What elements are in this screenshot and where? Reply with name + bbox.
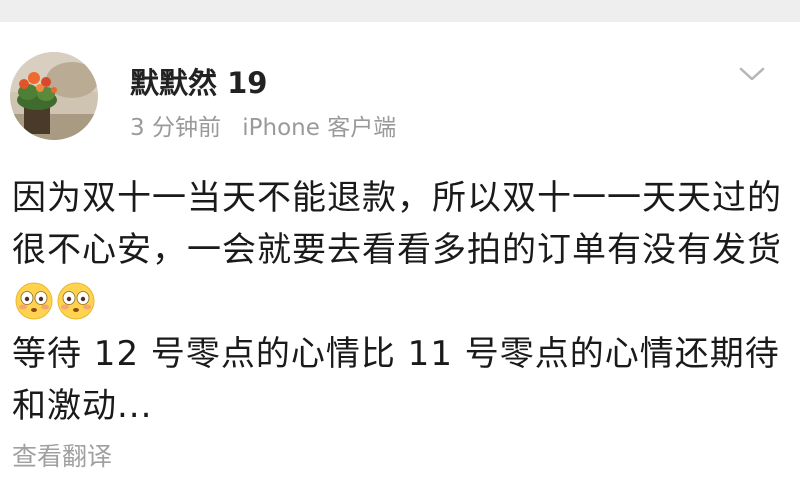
chevron-down-icon[interactable] — [738, 64, 766, 84]
avatar-image — [10, 52, 98, 140]
feed-post: 默默然 19 3 分钟前 iPhone 客户端 因为双十一当天不能退款，所以双十… — [0, 22, 800, 477]
post-time: 3 分钟前 — [130, 115, 221, 141]
post-meta: 3 分钟前 iPhone 客户端 — [130, 108, 410, 142]
post-text-paragraph-1: 因为双十一当天不能退款，所以双十一一天天过的很不心安，一会就要去看看多拍的订单有… — [12, 172, 782, 328]
post-content: 因为双十一当天不能退款，所以双十一一天天过的很不心安，一会就要去看看多拍的订单有… — [12, 172, 782, 432]
post-text-line-1: 因为双十一当天不能退款，所以双十一一天天过的很不心安，一会就要去看看多拍的订单有… — [12, 178, 782, 270]
flushed-face-emoji — [56, 281, 96, 321]
top-band — [0, 0, 800, 22]
post-text-line-2: 等待 12 号零点的心情比 11 号零点的心情还期待和激动... — [12, 334, 780, 426]
post-source[interactable]: iPhone 客户端 — [242, 115, 396, 141]
post-text-paragraph-2: 等待 12 号零点的心情比 11 号零点的心情还期待和激动... — [12, 328, 782, 432]
translate-link[interactable]: 查看翻译 — [12, 437, 112, 473]
avatar[interactable] — [10, 52, 98, 140]
flushed-face-emoji — [14, 281, 54, 321]
username[interactable]: 默默然 19 — [130, 60, 267, 102]
